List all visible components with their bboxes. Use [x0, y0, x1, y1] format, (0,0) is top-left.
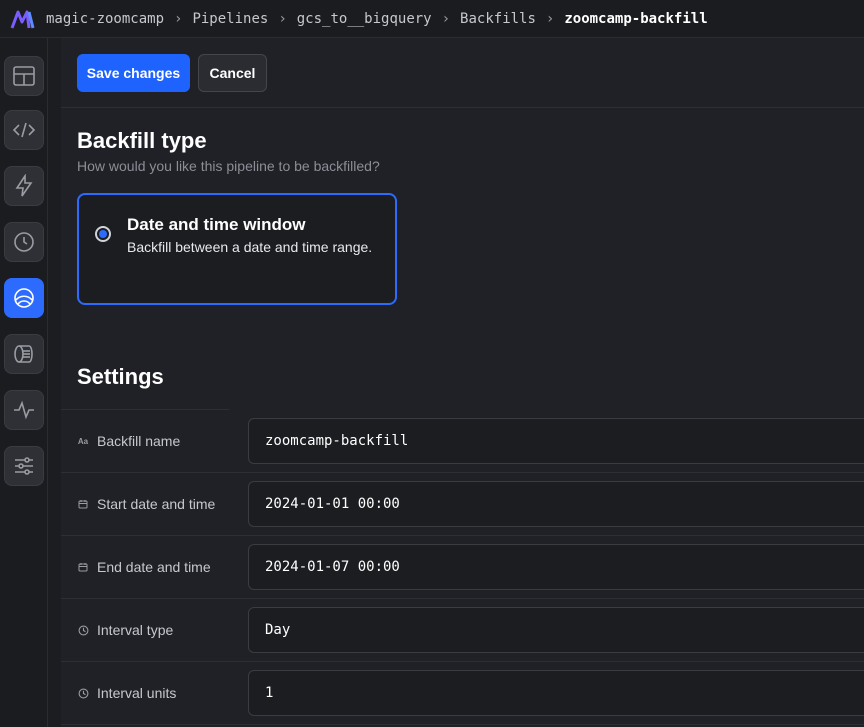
sidebar-item-backfills[interactable]: [4, 278, 44, 318]
date-time-window-option[interactable]: Date and time window Backfill between a …: [77, 193, 397, 305]
backfill-name-input[interactable]: zoomcamp-backfill: [248, 418, 864, 464]
clock-icon: [77, 687, 89, 699]
code-icon: [12, 122, 36, 138]
pulse-icon: [14, 400, 34, 420]
mage-logo-icon[interactable]: [0, 0, 46, 38]
settings-heading: Settings: [77, 364, 164, 389]
sidebar-item-logs[interactable]: [4, 334, 44, 374]
breadcrumb-backfills[interactable]: Backfills: [460, 11, 536, 27]
sidebar: [0, 38, 48, 727]
backfill-type-subtitle: How would you like this pipeline to be b…: [77, 158, 380, 174]
main-content: Save changes Cancel Backfill type How wo…: [61, 38, 864, 727]
breadcrumb-current: zoomcamp-backfill: [564, 10, 708, 27]
clock-icon: [77, 624, 89, 636]
breadcrumb-pipeline[interactable]: gcs_to__bigquery: [297, 11, 432, 27]
backfill-type-heading: Backfill type: [77, 128, 207, 153]
chevron-right-icon: ›: [441, 10, 451, 27]
top-bar: magic-zoomcamp › Pipelines › gcs_to__big…: [0, 0, 864, 38]
sliders-icon: [15, 457, 33, 475]
sidebar-item-layout[interactable]: [4, 56, 44, 96]
chevron-right-icon: ›: [545, 10, 555, 27]
setting-label: End date and time: [97, 559, 211, 575]
start-date-input[interactable]: 2024-01-01 00:00: [248, 481, 864, 527]
setting-row-start-date: Start date and time 2024-01-01 00:00: [61, 473, 864, 536]
save-changes-button[interactable]: Save changes: [77, 54, 190, 92]
text-icon: Aa: [77, 436, 89, 446]
layout-icon: [13, 66, 35, 86]
setting-label: Start date and time: [97, 496, 216, 512]
setting-row-end-date: End date and time 2024-01-07 00:00: [61, 536, 864, 599]
calendar-icon: [77, 498, 89, 510]
sidebar-item-code[interactable]: [4, 110, 44, 150]
lightning-icon: [15, 174, 33, 197]
setting-row-backfill-name: Aa Backfill name zoomcamp-backfill: [61, 410, 864, 473]
toolbar: Save changes Cancel: [61, 38, 864, 108]
option-description: Backfill between a date and time range.: [127, 239, 373, 255]
interval-units-input[interactable]: 1: [248, 670, 864, 716]
drum-icon: [14, 345, 33, 363]
chevron-right-icon: ›: [278, 10, 287, 27]
calendar-icon: [77, 561, 89, 573]
interval-type-select[interactable]: Day: [248, 607, 864, 653]
sidebar-item-runs[interactable]: [4, 222, 44, 262]
setting-label: Interval units: [97, 685, 177, 701]
option-title: Date and time window: [127, 215, 306, 234]
breadcrumb-project[interactable]: magic-zoomcamp: [46, 11, 164, 27]
radio-selected-icon[interactable]: [95, 226, 111, 242]
sidebar-item-settings[interactable]: [4, 446, 44, 486]
chevron-right-icon: ›: [174, 10, 183, 27]
setting-label: Backfill name: [97, 433, 181, 449]
sidebar-item-monitor[interactable]: [4, 390, 44, 430]
setting-row-interval-units: Interval units 1: [61, 662, 864, 725]
setting-row-interval-type: Interval type Day: [61, 599, 864, 662]
setting-label: Interval type: [97, 622, 174, 638]
breadcrumb: magic-zoomcamp › Pipelines › gcs_to__big…: [46, 11, 708, 27]
backfill-icon: [14, 288, 34, 308]
breadcrumb-pipelines[interactable]: Pipelines: [192, 11, 268, 27]
cancel-button[interactable]: Cancel: [198, 54, 267, 92]
clock-icon: [14, 232, 34, 252]
end-date-input[interactable]: 2024-01-07 00:00: [248, 544, 864, 590]
sidebar-item-triggers[interactable]: [4, 166, 44, 206]
